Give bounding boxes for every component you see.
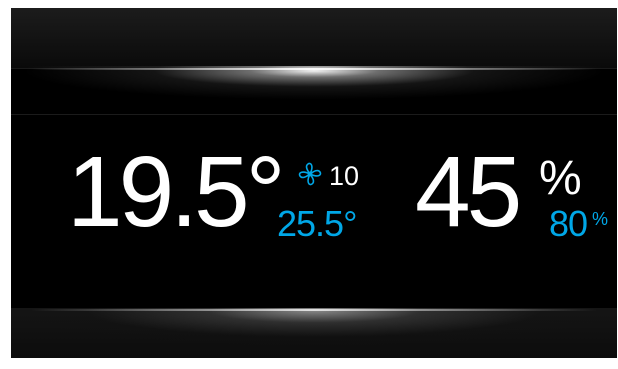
- fan-icon[interactable]: [297, 161, 323, 187]
- humidity-setpoint[interactable]: 80: [549, 204, 588, 244]
- bottom-divider-line: [31, 309, 597, 311]
- top-glow-divider: [11, 66, 617, 114]
- top-bar: [11, 8, 617, 69]
- humidity-unit: %: [539, 152, 582, 205]
- thermostat-display: 19.5° 10 25.5° 45 % 80 %: [11, 8, 617, 358]
- temperature-setpoint[interactable]: 25.5°: [277, 204, 357, 244]
- current-humidity: 45: [415, 136, 522, 248]
- bottom-bar: [11, 308, 617, 358]
- middle-divider: [11, 114, 617, 115]
- current-temperature: 19.5°: [67, 136, 286, 248]
- humidity-setpoint-unit: %: [592, 209, 609, 229]
- fan-speed[interactable]: 10: [329, 161, 359, 191]
- top-divider-line: [31, 68, 597, 70]
